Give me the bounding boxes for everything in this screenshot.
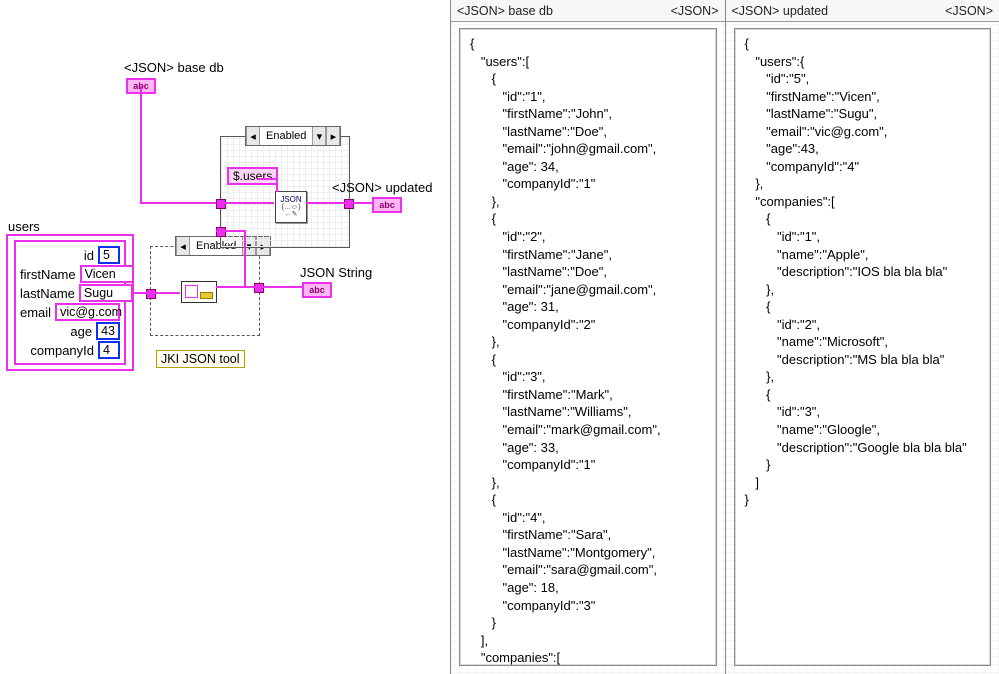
cluster-field-email: emailvic@g.com xyxy=(20,303,120,321)
case-selector-2[interactable]: ◂ Enabled ▾ ▸ xyxy=(245,126,341,146)
panel2-title-left: <JSON> updated xyxy=(732,4,829,18)
case-label-2: Enabled xyxy=(260,130,312,142)
panel-body-updated[interactable]: { "users":{ "id":"5", "firstName":"Vicen… xyxy=(734,28,992,666)
cluster-field-lastName: lastNameSugu xyxy=(20,284,120,302)
label-json-updated: <JSON> updated xyxy=(332,180,432,195)
label-json-string: JSON String xyxy=(300,265,372,280)
panel-updated: <JSON> updated <JSON> { "users":{ "id":"… xyxy=(725,0,999,674)
cluster-field-value[interactable]: 5 xyxy=(98,246,120,264)
cluster-field-label: lastName xyxy=(20,286,79,301)
cluster-field-companyId: companyId4 xyxy=(20,341,120,359)
cluster-field-age: age43 xyxy=(20,322,120,340)
cluster-field-value[interactable]: 4 xyxy=(98,341,120,359)
cluster-users[interactable]: id5firstNameVicenlastNameSuguemailvic@g.… xyxy=(6,234,134,371)
indicator-json-updated[interactable] xyxy=(372,197,402,213)
panel-title-left: <JSON> base db xyxy=(457,4,553,18)
panel2-title-right: <JSON> xyxy=(945,4,993,18)
tunnel2-out xyxy=(344,199,354,209)
tunnel2-in-bot xyxy=(216,227,226,237)
cluster-field-value[interactable]: 43 xyxy=(96,322,120,340)
cluster-field-label: companyId xyxy=(20,343,98,358)
cluster-field-value[interactable]: Vicen xyxy=(80,265,134,283)
case-left-arrow-icon[interactable]: ◂ xyxy=(176,237,190,255)
tunnel-in xyxy=(146,289,156,299)
indicator-json-string[interactable] xyxy=(302,282,332,298)
cluster-field-id: id5 xyxy=(20,246,120,264)
cluster-field-value[interactable]: vic@g.com xyxy=(55,303,120,321)
cluster-field-label: id xyxy=(20,248,98,263)
panel-body-base-db[interactable]: { "users":[ { "id":"1", "firstName":"Joh… xyxy=(459,28,717,666)
case2-left-arrow-icon[interactable]: ◂ xyxy=(246,127,260,145)
tunnel-out xyxy=(254,283,264,293)
block-diagram: <JSON> base db users id5firstNameVicenla… xyxy=(0,0,450,674)
cluster-field-label: firstName xyxy=(20,267,80,282)
panel-title-right: <JSON> xyxy=(671,4,719,18)
case2-dropdown-icon[interactable]: ▾ xyxy=(312,127,326,145)
json-set-node[interactable]: JSON {…☺} ←✎ xyxy=(275,191,307,223)
comment-jki: JKI JSON tool xyxy=(156,350,245,368)
cluster-field-label: email xyxy=(20,305,55,320)
flatten-to-json-node[interactable] xyxy=(181,281,217,303)
cluster-title: users xyxy=(8,219,40,234)
json-path-constant[interactable]: $.users xyxy=(227,167,278,185)
panel-base-db: <JSON> base db <JSON> { "users":[ { "id"… xyxy=(450,0,725,674)
case2-right-arrow-icon[interactable]: ▸ xyxy=(326,127,340,145)
cluster-field-firstName: firstNameVicen xyxy=(20,265,120,283)
indicator-panels: <JSON> base db <JSON> { "users":[ { "id"… xyxy=(450,0,999,674)
label-json-base-db: <JSON> base db xyxy=(124,60,224,75)
cluster-field-label: age xyxy=(20,324,96,339)
cluster-field-value[interactable]: Sugu xyxy=(79,284,133,302)
tunnel2-in-top xyxy=(216,199,226,209)
